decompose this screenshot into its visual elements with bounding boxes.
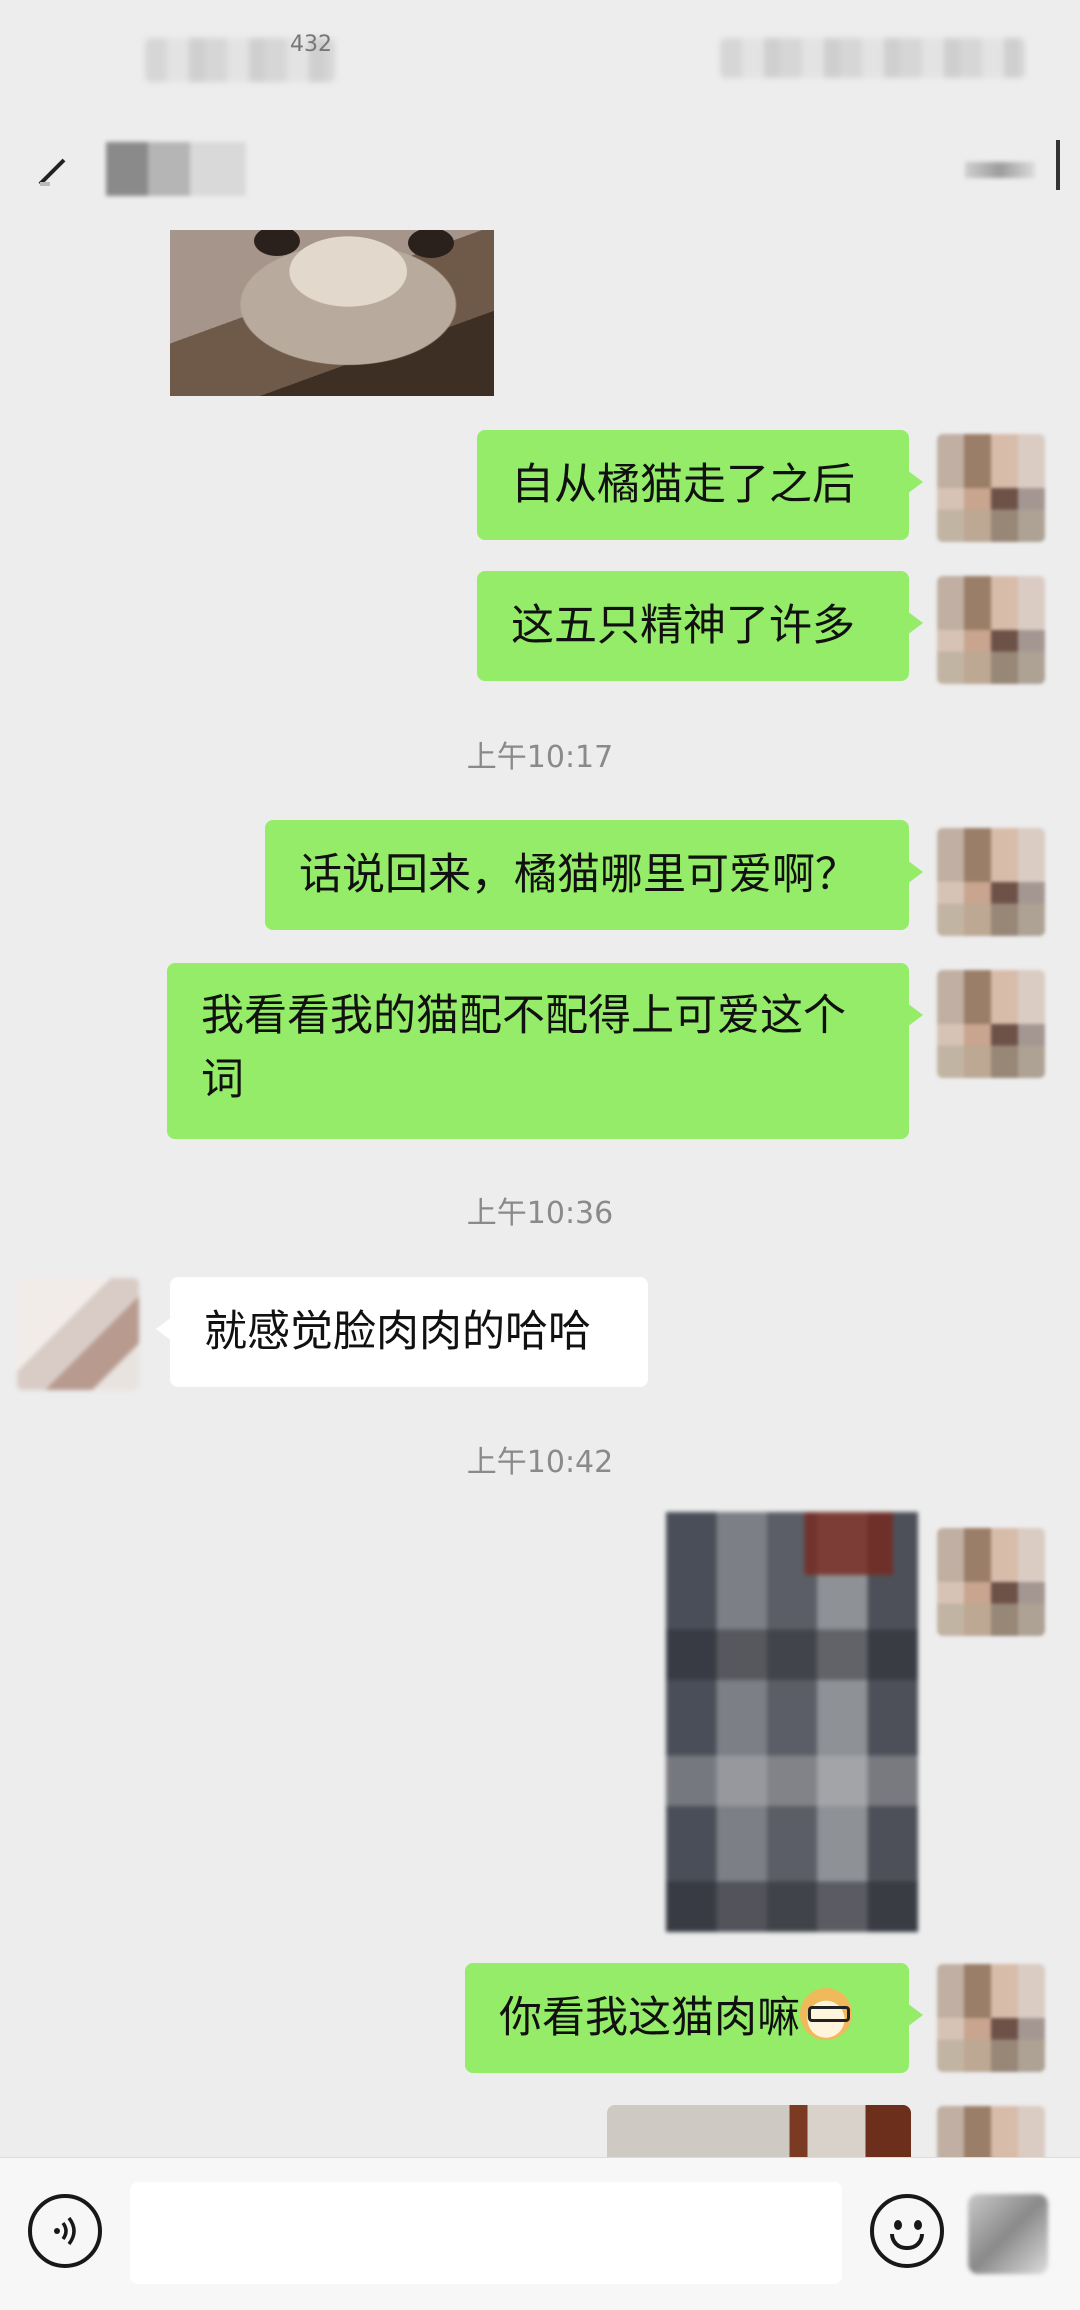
timestamp: 上午10:42 xyxy=(466,1445,614,1480)
smiley-icon xyxy=(914,2220,922,2230)
my-avatar[interactable] xyxy=(937,2106,1045,2157)
my-avatar[interactable] xyxy=(937,434,1045,542)
smiley-icon xyxy=(890,2234,924,2250)
message-bubble[interactable]: 你看我这猫肉嘛 xyxy=(465,1963,923,2073)
status-number: 432 xyxy=(290,32,332,57)
emoji-button[interactable] xyxy=(870,2194,944,2268)
my-avatar[interactable] xyxy=(937,970,1045,1078)
cat-photo[interactable] xyxy=(170,230,494,396)
message-bubble[interactable]: 我看看我的猫配不配得上可爱这个词 xyxy=(167,963,923,1139)
message-list[interactable]: 自从橘猫走了之后 这五只精神了许多 上午10:17 话说回来，橘猫哪里可爱啊？ … xyxy=(0,230,1080,2157)
contact-avatar[interactable] xyxy=(17,1278,139,1390)
message-bubble[interactable]: 就感觉脸肉肉的哈哈 xyxy=(156,1277,648,1387)
status-bar: 432 xyxy=(0,0,1080,110)
my-avatar[interactable] xyxy=(937,576,1045,684)
shared-photo[interactable] xyxy=(666,1512,918,1932)
shared-photo[interactable] xyxy=(607,2105,911,2157)
my-avatar[interactable] xyxy=(937,1528,1045,1636)
voice-button[interactable] xyxy=(28,2194,102,2268)
cat-eye xyxy=(408,230,454,258)
voice-icon xyxy=(54,2216,76,2246)
my-avatar[interactable] xyxy=(937,828,1045,936)
message-bubble[interactable]: 自从橘猫走了之后 xyxy=(477,430,923,540)
chat-title xyxy=(106,142,246,196)
more-icon[interactable] xyxy=(965,162,1035,178)
input-bar xyxy=(0,2157,1080,2310)
timestamp: 上午10:17 xyxy=(466,740,614,775)
my-avatar[interactable] xyxy=(937,1964,1045,2072)
timestamp: 上午10:36 xyxy=(466,1196,614,1231)
title-bar xyxy=(0,110,1080,230)
smiley-icon xyxy=(894,2220,902,2230)
message-input[interactable] xyxy=(130,2182,842,2284)
more-functions-button[interactable] xyxy=(968,2194,1048,2274)
status-right-blur xyxy=(720,38,1025,78)
title-edge-divider xyxy=(1056,140,1060,190)
message-text: 你看我这猫肉嘛 xyxy=(499,1993,800,2043)
message-bubble[interactable]: 这五只精神了许多 xyxy=(477,571,923,681)
doge-emoji-icon xyxy=(800,1988,852,2040)
message-bubble[interactable]: 话说回来，橘猫哪里可爱啊？ xyxy=(265,820,923,930)
back-arrow-icon[interactable] xyxy=(28,146,78,196)
cat-eye xyxy=(254,230,300,256)
